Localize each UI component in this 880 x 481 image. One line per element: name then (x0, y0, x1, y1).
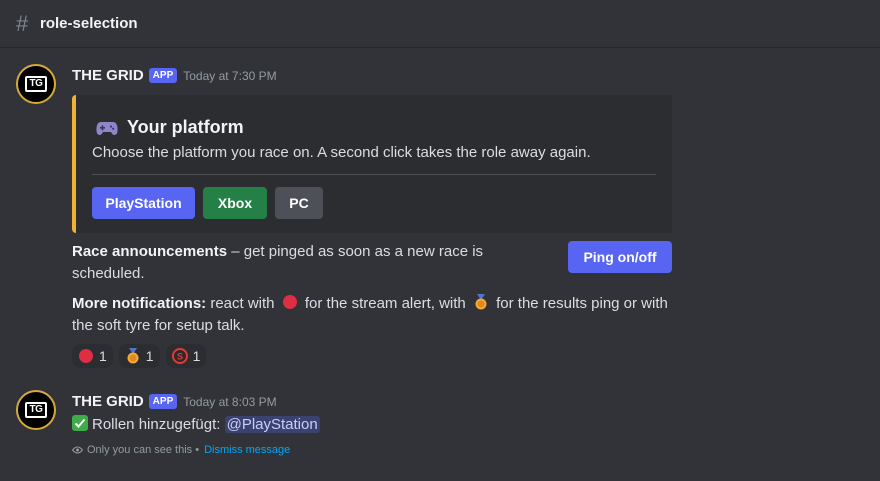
hash-icon: # (16, 10, 29, 36)
medal-icon (475, 294, 487, 310)
red-circle-icon (282, 295, 297, 309)
race-announcements-text: Race announcements – get pinged as soon … (72, 243, 484, 282)
message-content: Rollen hinzugefügt: @PlayStation (72, 414, 672, 436)
soft-tyre-icon: S (171, 348, 188, 364)
avatar[interactable]: TG (16, 64, 56, 104)
dismiss-message-link[interactable]: Dismiss message (204, 444, 290, 456)
pc-button[interactable]: PC (275, 187, 323, 219)
divider (92, 174, 656, 175)
channel-name: role-selection (40, 15, 138, 32)
timestamp[interactable]: Today at 8:03 PM (183, 395, 276, 409)
ephemeral-notice: Only you can see this • Dismiss message (72, 444, 290, 456)
embed: Your platform Choose the platform you ra… (72, 95, 672, 233)
svg-text:S: S (177, 352, 183, 362)
role-mention[interactable]: @PlayStation (224, 416, 320, 433)
app-badge: APP (148, 68, 178, 83)
message-header: THE GRID APP Today at 8:03 PM (72, 393, 277, 410)
avatar-logo: TG (25, 76, 47, 92)
message-header: THE GRID APP Today at 7:30 PM (72, 67, 277, 84)
timestamp[interactable]: Today at 7:30 PM (183, 69, 276, 83)
playstation-button[interactable]: PlayStation (92, 187, 195, 219)
reactions: 1 1 S 1 (72, 344, 212, 368)
embed-description: Choose the platform you race on. A secon… (92, 144, 591, 161)
ping-toggle-button[interactable]: Ping on/off (568, 241, 672, 273)
avatar[interactable]: TG (16, 390, 56, 430)
embed-title-text: Your platform (127, 117, 244, 137)
channel-header: # role-selection (0, 0, 880, 48)
author-name[interactable]: THE GRID (72, 67, 144, 84)
reaction-count: 1 (192, 348, 201, 364)
ephemeral-note: Only you can see this • (87, 444, 200, 456)
author-name[interactable]: THE GRID (72, 393, 144, 410)
notifications-text: More notifications: react with for the s… (72, 294, 668, 334)
reaction-soft-tyre[interactable]: S 1 (165, 344, 207, 368)
avatar-logo: TG (25, 402, 47, 418)
reaction-count: 1 (99, 348, 107, 364)
reaction-red-circle[interactable]: 1 (72, 344, 113, 368)
app-badge: APP (148, 394, 178, 409)
xbox-button[interactable]: Xbox (203, 187, 267, 219)
reaction-medal[interactable]: 1 (118, 344, 160, 368)
reaction-count: 1 (145, 348, 154, 364)
embed-title: Your platform (96, 117, 244, 138)
red-circle-icon (79, 349, 93, 363)
check-mark-icon (72, 415, 88, 431)
gamepad-icon (96, 121, 118, 135)
eye-icon (72, 446, 83, 454)
platform-buttons: PlayStation Xbox PC (92, 187, 331, 219)
medal-icon (127, 348, 139, 364)
